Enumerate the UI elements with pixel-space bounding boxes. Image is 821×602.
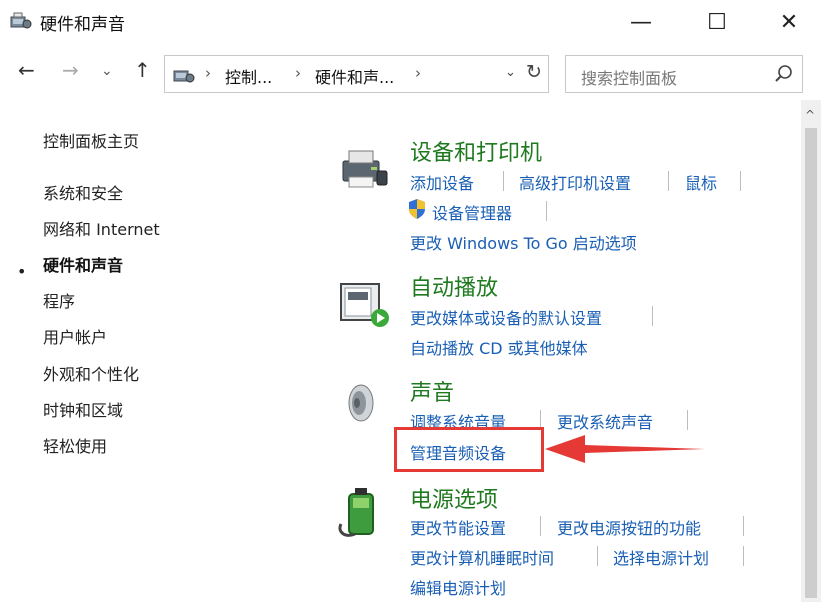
navigation-bar: ← → ⌄ ↑ › 控制... › 硬件和声... › ⌄ ↻ 搜索控制面板 [0, 52, 821, 96]
section-title-devices[interactable]: 设备和打印机 [410, 135, 542, 167]
sidebar-item-hardware-sound: 硬件和声音 [43, 256, 124, 275]
active-bullet: • [17, 262, 27, 281]
annotation-highlight-box [394, 427, 544, 472]
sidebar-item-network[interactable]: 网络和 Internet [43, 216, 160, 240]
sidebar-item-user-accounts[interactable]: 用户帐户 [43, 324, 107, 348]
address-bar[interactable]: › 控制... › 硬件和声... › ⌄ ↻ [164, 55, 549, 93]
section-title-power[interactable]: 电源选项 [410, 482, 498, 514]
section-title-autoplay[interactable]: 自动播放 [410, 270, 498, 302]
sidebar-item-ease-of-access[interactable]: 轻松使用 [43, 433, 107, 457]
search-icon[interactable] [774, 64, 794, 84]
link-divider [546, 201, 547, 221]
hardware-sound-icon [10, 12, 32, 29]
forward-button[interactable]: → [62, 58, 79, 82]
link-change-power-saving[interactable]: 更改节能设置 [410, 515, 506, 539]
control-panel-icon [173, 70, 195, 83]
sidebar-item-programs[interactable]: 程序 [43, 288, 75, 312]
link-edit-power-plan[interactable]: 编辑电源计划 [410, 575, 506, 599]
close-button[interactable]: ✕ [766, 4, 812, 40]
title-bar: 硬件和声音 — ☐ ✕ [0, 0, 821, 44]
link-advanced-printer-settings[interactable]: 高级打印机设置 [519, 170, 631, 194]
battery-icon [338, 488, 374, 537]
link-choose-power-plan[interactable]: 选择电源计划 [613, 545, 709, 569]
link-divider [740, 171, 741, 191]
link-divider [597, 546, 598, 566]
link-divider [743, 546, 744, 566]
search-placeholder: 搜索控制面板 [581, 69, 678, 88]
window-title: 硬件和声音 [40, 15, 125, 35]
sidebar-item-system-security[interactable]: 系统和安全 [43, 180, 123, 204]
link-windows-to-go[interactable]: 更改 Windows To Go 启动选项 [410, 230, 637, 254]
search-box[interactable]: 搜索控制面板 [565, 55, 803, 93]
breadcrumb-separator: › [295, 64, 301, 82]
link-device-manager[interactable]: 设备管理器 [432, 200, 512, 224]
uac-shield-icon [409, 199, 425, 219]
breadcrumb-separator: › [205, 64, 211, 82]
scroll-thumb[interactable] [805, 128, 817, 598]
link-change-sleep-time[interactable]: 更改计算机睡眠时间 [410, 545, 554, 569]
annotation-arrow-icon [545, 435, 705, 463]
breadcrumb-control-panel[interactable]: 控制... [225, 64, 272, 88]
breadcrumb-separator: › [415, 64, 421, 82]
link-change-system-sounds[interactable]: 更改系统声音 [557, 409, 653, 433]
link-divider [540, 516, 541, 536]
link-divider [687, 410, 688, 430]
sidebar-item-clock-region[interactable]: 时钟和区域 [43, 397, 123, 421]
link-divider [652, 306, 653, 326]
scroll-up-arrow-icon[interactable]: ^ [805, 108, 815, 122]
speaker-icon [348, 384, 374, 422]
link-mouse[interactable]: 鼠标 [685, 170, 717, 194]
section-title-sound[interactable]: 声音 [410, 375, 454, 407]
link-divider [503, 171, 504, 191]
sidebar-item-appearance[interactable]: 外观和个性化 [43, 361, 139, 385]
maximize-button[interactable]: ☐ [694, 4, 740, 40]
link-add-device[interactable]: 添加设备 [410, 170, 474, 194]
link-change-power-buttons[interactable]: 更改电源按钮的功能 [557, 515, 701, 539]
refresh-button[interactable]: ↻ [526, 61, 542, 83]
vertical-scrollbar[interactable]: ^ [801, 100, 821, 602]
up-button[interactable]: ↑ [134, 58, 151, 82]
address-dropdown-button[interactable]: ⌄ [505, 65, 516, 80]
back-button[interactable]: ← [18, 58, 35, 82]
printer-icon [342, 150, 388, 188]
recent-locations-button[interactable]: ⌄ [101, 63, 113, 79]
breadcrumb-hardware-sound[interactable]: 硬件和声... [315, 64, 394, 88]
sidebar-item-home[interactable]: 控制面板主页 [43, 128, 139, 152]
link-change-media-defaults[interactable]: 更改媒体或设备的默认设置 [410, 305, 602, 329]
link-divider [743, 516, 744, 536]
autoplay-icon [340, 283, 389, 327]
link-autoplay-cd[interactable]: 自动播放 CD 或其他媒体 [410, 335, 588, 359]
link-divider [668, 171, 669, 191]
minimize-button[interactable]: — [618, 4, 664, 40]
